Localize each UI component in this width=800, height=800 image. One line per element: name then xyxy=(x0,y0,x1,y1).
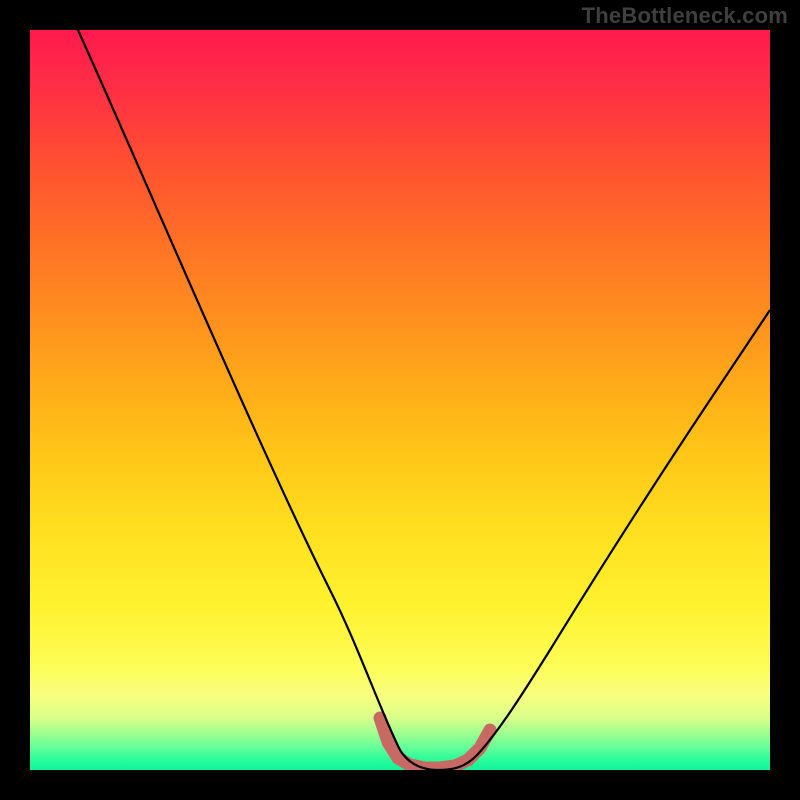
watermark-text: TheBottleneck.com xyxy=(582,3,788,29)
chart-frame: TheBottleneck.com xyxy=(0,0,800,800)
curve-layer xyxy=(30,30,770,770)
bottleneck-curve xyxy=(78,30,770,770)
plot-area xyxy=(30,30,770,770)
